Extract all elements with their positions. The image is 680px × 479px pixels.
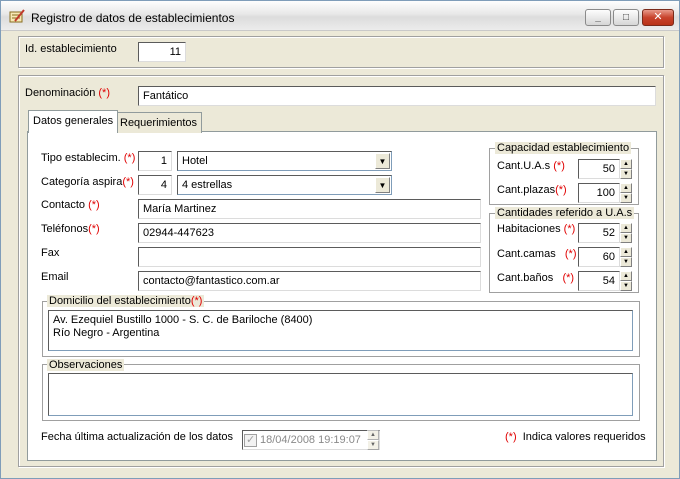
plazas-stepper[interactable]: ▲ ▼ (620, 183, 632, 203)
spin-up-icon[interactable]: ▲ (620, 271, 632, 281)
domicilio-field[interactable]: Av. Ezequiel Bustillo 1000 - S. C. de Ba… (48, 310, 633, 351)
uas-stepper[interactable]: ▲ ▼ (620, 159, 632, 179)
window-title: Registro de datos de establecimientos (31, 11, 235, 25)
spin-down-icon[interactable]: ▼ (620, 193, 632, 203)
spin-down-icon[interactable]: ▼ (620, 257, 632, 267)
tipo-selected-value: Hotel (182, 155, 208, 167)
observaciones-legend: Observaciones (47, 359, 125, 371)
denominacion-label: Denominación (*) (25, 87, 110, 99)
categoria-select[interactable]: 4 estrellas ▼ (177, 175, 392, 195)
close-icon: ✕ (653, 11, 663, 23)
notebook-pencil-icon (9, 9, 25, 23)
id-field[interactable]: 11 (138, 42, 186, 62)
banos-field[interactable]: 54 (578, 271, 620, 291)
habitaciones-stepper[interactable]: ▲ ▼ (620, 223, 632, 243)
chevron-down-icon[interactable]: ▼ (375, 153, 390, 169)
main-window: Registro de datos de establecimientos _ … (0, 0, 680, 479)
habitaciones-label: Habitaciones (*) (497, 223, 576, 235)
categoria-code-field[interactable]: 4 (138, 175, 172, 195)
spin-down-icon[interactable]: ▼ (367, 440, 379, 450)
capacidad-legend: Capacidad establecimiento (495, 142, 632, 154)
categoria-selected-value: 4 estrellas (182, 179, 233, 191)
camas-label: Cant.camas (*) (497, 248, 577, 260)
maximize-icon: □ (622, 11, 630, 23)
tipo-label: Tipo establecim. (*) (41, 152, 136, 164)
uas-label: Cant.U.A.s (*) (497, 160, 565, 172)
plazas-field[interactable]: 100 (578, 183, 620, 203)
domicilio-line-2: Río Negro - Argentina (53, 327, 160, 339)
banos-label: Cant.baños (*) (497, 272, 575, 284)
banos-stepper[interactable]: ▲ ▼ (620, 271, 632, 291)
fax-field[interactable] (138, 247, 481, 267)
domicilio-line-1: Av. Ezequiel Bustillo 1000 - S. C. de Ba… (53, 314, 313, 326)
categoria-label: Categoría aspira(*) (41, 176, 134, 188)
telefonos-field[interactable]: 02944-447623 (138, 223, 481, 243)
fax-label: Fax (41, 247, 60, 259)
telefonos-label: Teléfonos(*) (41, 223, 100, 235)
spin-down-icon[interactable]: ▼ (620, 233, 632, 243)
id-label: Id. establecimiento (25, 43, 117, 55)
fecha-value: 18/04/2008 19:19:07 (260, 434, 361, 446)
spin-up-icon[interactable]: ▲ (367, 430, 379, 440)
plazas-label: Cant.plazas(*) (497, 184, 567, 196)
minimize-icon: _ (595, 11, 601, 23)
tab-requerimientos[interactable]: Requerimientos (115, 112, 203, 133)
contacto-field[interactable]: María Martinez (138, 199, 481, 219)
title-bar[interactable]: Registro de datos de establecimientos _ … (1, 1, 679, 31)
spin-up-icon[interactable]: ▲ (620, 159, 632, 169)
domicilio-legend: Domicilio del establecimiento(*) (47, 295, 205, 307)
fecha-label: Fecha última actualización de los datos (41, 431, 233, 443)
spin-up-icon[interactable]: ▲ (620, 247, 632, 257)
spin-down-icon[interactable]: ▼ (620, 169, 632, 179)
uas-field[interactable]: 50 (578, 159, 620, 179)
email-label: Email (41, 271, 69, 283)
email-field[interactable]: contacto@fantastico.com.ar (138, 271, 481, 291)
tipo-code-field[interactable]: 1 (138, 151, 172, 171)
fecha-stepper[interactable]: ▲ ▼ (367, 430, 379, 450)
contacto-label: Contacto (*) (41, 199, 100, 211)
chevron-down-icon[interactable]: ▼ (375, 177, 390, 193)
spin-up-icon[interactable]: ▲ (620, 183, 632, 193)
minimize-button[interactable]: _ (585, 9, 611, 26)
required-note: (*) Indica valores requeridos (505, 431, 646, 443)
camas-field[interactable]: 60 (578, 247, 620, 267)
camas-stepper[interactable]: ▲ ▼ (620, 247, 632, 267)
tipo-select[interactable]: Hotel ▼ (177, 151, 392, 171)
observaciones-field[interactable] (48, 373, 633, 416)
fecha-checkbox[interactable] (244, 433, 257, 447)
habitaciones-field[interactable]: 52 (578, 223, 620, 243)
tab-datos-generales[interactable]: Datos generales (28, 110, 119, 133)
spin-down-icon[interactable]: ▼ (620, 281, 632, 291)
denominacion-field[interactable]: Fantático (138, 86, 656, 106)
maximize-button[interactable]: □ (613, 9, 639, 26)
spin-up-icon[interactable]: ▲ (620, 223, 632, 233)
fecha-field: 18/04/2008 19:19:07 (242, 430, 380, 450)
cantidades-legend: Cantidades referido a U.A.s (495, 207, 635, 219)
close-button[interactable]: ✕ (642, 9, 674, 26)
